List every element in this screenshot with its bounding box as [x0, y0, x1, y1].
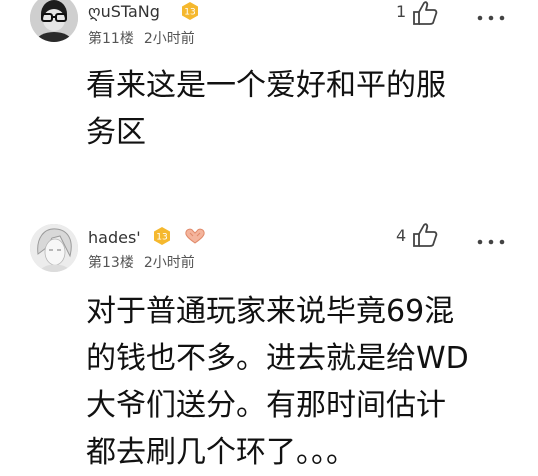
like-count: 1 [396, 2, 407, 21]
comment-text: 对于普通玩家来说毕竟69混 的钱也不多。进去就是给WD 大爷们送分。有那时间估计… [86, 294, 469, 470]
avatar[interactable] [30, 0, 78, 42]
username[interactable]: hades' [88, 228, 141, 247]
level-badge-text: 13 [184, 8, 195, 18]
comment-item: ღuSTaNg 13 第11楼 2小时前 1 看来这是一个爱好和平的服 务区 [0, 0, 538, 200]
comment-item: hades' 13 第13楼 2小时前 4 对于普通玩家来说毕竟69混 的钱也不多… [0, 212, 538, 476]
like-icon[interactable] [410, 220, 440, 250]
timestamp: 2小时前 [143, 31, 195, 47]
floor-label: 第13楼 [88, 255, 134, 271]
floor-label: 第11楼 [88, 31, 134, 47]
avatar[interactable] [30, 224, 78, 272]
username[interactable]: ღuSTaNg [88, 2, 160, 21]
comment-meta: 第13楼 2小时前 [88, 252, 195, 272]
level-badge-text: 13 [156, 233, 167, 243]
level-badge-icon: 13 [180, 1, 200, 21]
like-count: 4 [396, 226, 407, 245]
comment-text: 看来这是一个爱好和平的服 务区 [86, 68, 446, 150]
like-icon[interactable] [410, 0, 440, 28]
timestamp: 2小时前 [143, 255, 195, 271]
heart-icon [184, 227, 206, 245]
comment-meta: 第11楼 2小时前 [88, 28, 195, 48]
more-icon[interactable] [476, 232, 506, 245]
level-badge-icon: 13 [152, 226, 172, 246]
more-icon[interactable] [476, 8, 506, 21]
